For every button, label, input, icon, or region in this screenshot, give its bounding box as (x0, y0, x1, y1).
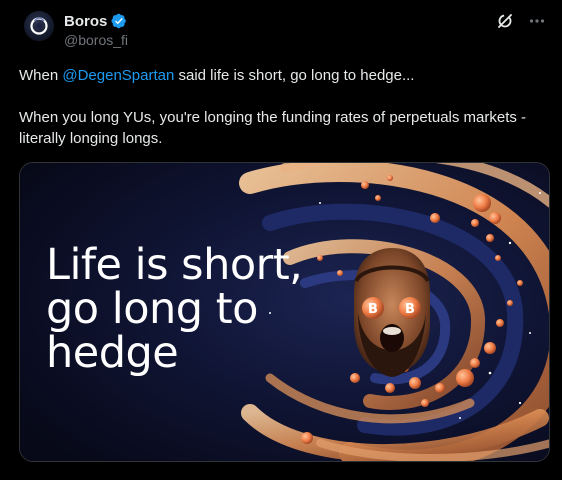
tweet-top-actions (496, 12, 546, 30)
tweet: Boros @boros_fi When @DegenSpartan said … (0, 0, 562, 480)
tweet-text: When @DegenSpartan said life is short, g… (19, 65, 539, 149)
author-name-row: Boros (64, 11, 127, 31)
tweet-line-2: When you long YUs, you're longing the fu… (19, 109, 527, 147)
verified-badge-icon (111, 13, 127, 29)
headline-line-2: go long to (46, 284, 258, 334)
headline-line-3: hedge (46, 328, 179, 378)
svg-text:B: B (405, 302, 415, 317)
mention-link[interactable]: @DegenSpartan (62, 67, 174, 84)
headline-line-1: Life is short, (46, 240, 303, 290)
author-handle[interactable]: @boros_fi (64, 32, 128, 48)
svg-text:B: B (368, 302, 378, 317)
tweet-text-suffix: said life is short, go long to hedge... (174, 67, 415, 84)
media-headline: Life is short, go long to hedge (46, 240, 303, 378)
tweet-media[interactable]: B B Life is short, go long to hedge (19, 162, 550, 462)
more-icon[interactable] (528, 12, 546, 30)
grok-icon[interactable] (496, 12, 514, 30)
boros-logo-icon (30, 17, 48, 35)
tweet-line-1: When @DegenSpartan said life is short, g… (19, 65, 539, 86)
spartan-face: B B (354, 248, 430, 377)
avatar[interactable] (24, 11, 54, 41)
tweet-text-prefix: When (19, 67, 63, 84)
display-name[interactable]: Boros (64, 13, 107, 30)
